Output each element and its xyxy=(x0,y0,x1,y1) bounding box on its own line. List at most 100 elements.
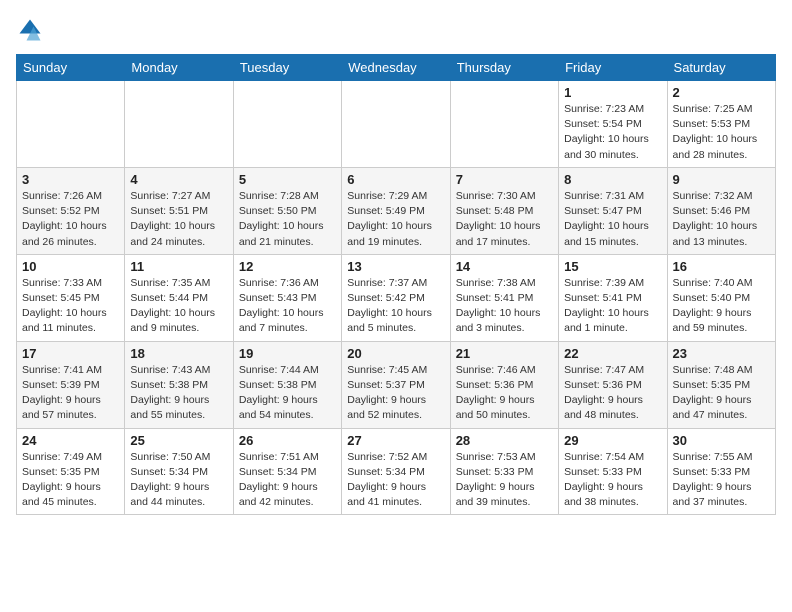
calendar-cell: 3 Sunrise: 7:26 AM Sunset: 5:52 PM Daylig… xyxy=(17,167,125,254)
day-number: 26 xyxy=(239,433,336,448)
day-number: 23 xyxy=(673,346,770,361)
day-number: 3 xyxy=(22,172,119,187)
weekday-header-wednesday: Wednesday xyxy=(342,55,450,81)
weekday-header-thursday: Thursday xyxy=(450,55,558,81)
day-number: 12 xyxy=(239,259,336,274)
day-info: Sunrise: 7:32 AM Sunset: 5:46 PM Dayligh… xyxy=(673,189,770,250)
day-info: Sunrise: 7:29 AM Sunset: 5:49 PM Dayligh… xyxy=(347,189,444,250)
calendar-cell: 10 Sunrise: 7:33 AM Sunset: 5:45 PM Dayli… xyxy=(17,254,125,341)
day-info: Sunrise: 7:55 AM Sunset: 5:33 PM Dayligh… xyxy=(673,450,770,511)
day-number: 7 xyxy=(456,172,553,187)
calendar-cell: 14 Sunrise: 7:38 AM Sunset: 5:41 PM Dayli… xyxy=(450,254,558,341)
day-number: 19 xyxy=(239,346,336,361)
day-number: 16 xyxy=(673,259,770,274)
day-info: Sunrise: 7:39 AM Sunset: 5:41 PM Dayligh… xyxy=(564,276,661,337)
day-info: Sunrise: 7:48 AM Sunset: 5:35 PM Dayligh… xyxy=(673,363,770,424)
calendar-table: SundayMondayTuesdayWednesdayThursdayFrid… xyxy=(16,54,776,515)
day-number: 2 xyxy=(673,85,770,100)
calendar-cell: 11Sunrise: 7:35 AM Sunset: 5:44 PM Dayli… xyxy=(125,254,233,341)
day-info: Sunrise: 7:31 AM Sunset: 5:47 PM Dayligh… xyxy=(564,189,661,250)
calendar-cell: 5 Sunrise: 7:28 AM Sunset: 5:50 PM Daylig… xyxy=(233,167,341,254)
day-number: 1 xyxy=(564,85,661,100)
day-info: Sunrise: 7:28 AM Sunset: 5:50 PM Dayligh… xyxy=(239,189,336,250)
calendar-cell: 15 Sunrise: 7:39 AM Sunset: 5:41 PM Dayli… xyxy=(559,254,667,341)
day-info: Sunrise: 7:38 AM Sunset: 5:41 PM Dayligh… xyxy=(456,276,553,337)
calendar-cell: 30Sunrise: 7:55 AM Sunset: 5:33 PM Dayli… xyxy=(667,428,775,515)
day-info: Sunrise: 7:25 AM Sunset: 5:53 PM Dayligh… xyxy=(673,102,770,163)
day-number: 8 xyxy=(564,172,661,187)
day-number: 22 xyxy=(564,346,661,361)
calendar-cell xyxy=(342,81,450,168)
day-info: Sunrise: 7:30 AM Sunset: 5:48 PM Dayligh… xyxy=(456,189,553,250)
calendar-cell xyxy=(233,81,341,168)
day-info: Sunrise: 7:51 AM Sunset: 5:34 PM Dayligh… xyxy=(239,450,336,511)
calendar-cell: 24 Sunrise: 7:49 AM Sunset: 5:35 PM Dayli… xyxy=(17,428,125,515)
day-info: Sunrise: 7:52 AM Sunset: 5:34 PM Dayligh… xyxy=(347,450,444,511)
calendar-cell: 9 Sunrise: 7:32 AM Sunset: 5:46 PM Daylig… xyxy=(667,167,775,254)
calendar-cell: 21 Sunrise: 7:46 AM Sunset: 5:36 PM Dayli… xyxy=(450,341,558,428)
day-number: 24 xyxy=(22,433,119,448)
calendar-cell: 20 Sunrise: 7:45 AM Sunset: 5:37 PM Dayli… xyxy=(342,341,450,428)
day-info: Sunrise: 7:37 AM Sunset: 5:42 PM Dayligh… xyxy=(347,276,444,337)
calendar-cell: 19 Sunrise: 7:44 AM Sunset: 5:38 PM Dayli… xyxy=(233,341,341,428)
calendar-cell: 23 Sunrise: 7:48 AM Sunset: 5:35 PM Dayli… xyxy=(667,341,775,428)
calendar-cell xyxy=(17,81,125,168)
day-info: Sunrise: 7:26 AM Sunset: 5:52 PM Dayligh… xyxy=(22,189,119,250)
day-number: 11 xyxy=(130,259,227,274)
day-number: 27 xyxy=(347,433,444,448)
day-number: 29 xyxy=(564,433,661,448)
day-number: 13 xyxy=(347,259,444,274)
day-info: Sunrise: 7:47 AM Sunset: 5:36 PM Dayligh… xyxy=(564,363,661,424)
calendar-cell: 18 Sunrise: 7:43 AM Sunset: 5:38 PM Dayli… xyxy=(125,341,233,428)
day-info: Sunrise: 7:54 AM Sunset: 5:33 PM Dayligh… xyxy=(564,450,661,511)
calendar-cell: 8 Sunrise: 7:31 AM Sunset: 5:47 PM Daylig… xyxy=(559,167,667,254)
calendar-cell: 16 Sunrise: 7:40 AM Sunset: 5:40 PM Dayli… xyxy=(667,254,775,341)
day-number: 21 xyxy=(456,346,553,361)
calendar-cell xyxy=(125,81,233,168)
calendar-cell: 12 Sunrise: 7:36 AM Sunset: 5:43 PM Dayli… xyxy=(233,254,341,341)
day-info: Sunrise: 7:36 AM Sunset: 5:43 PM Dayligh… xyxy=(239,276,336,337)
logo-icon xyxy=(16,16,44,44)
calendar-cell: 27 Sunrise: 7:52 AM Sunset: 5:34 PM Dayli… xyxy=(342,428,450,515)
day-info: Sunrise: 7:23 AM Sunset: 5:54 PM Dayligh… xyxy=(564,102,661,163)
day-number: 10 xyxy=(22,259,119,274)
calendar-cell: 25 Sunrise: 7:50 AM Sunset: 5:34 PM Dayli… xyxy=(125,428,233,515)
weekday-header-friday: Friday xyxy=(559,55,667,81)
day-number: 20 xyxy=(347,346,444,361)
day-number: 18 xyxy=(130,346,227,361)
weekday-header-saturday: Saturday xyxy=(667,55,775,81)
calendar-cell: 1 Sunrise: 7:23 AM Sunset: 5:54 PM Daylig… xyxy=(559,81,667,168)
day-info: Sunrise: 7:27 AM Sunset: 5:51 PM Dayligh… xyxy=(130,189,227,250)
day-info: Sunrise: 7:41 AM Sunset: 5:39 PM Dayligh… xyxy=(22,363,119,424)
day-info: Sunrise: 7:46 AM Sunset: 5:36 PM Dayligh… xyxy=(456,363,553,424)
calendar-cell: 4 Sunrise: 7:27 AM Sunset: 5:51 PM Daylig… xyxy=(125,167,233,254)
logo xyxy=(16,16,48,44)
day-number: 15 xyxy=(564,259,661,274)
weekday-header-sunday: Sunday xyxy=(17,55,125,81)
day-info: Sunrise: 7:50 AM Sunset: 5:34 PM Dayligh… xyxy=(130,450,227,511)
calendar-cell: 26 Sunrise: 7:51 AM Sunset: 5:34 PM Dayli… xyxy=(233,428,341,515)
day-number: 5 xyxy=(239,172,336,187)
day-info: Sunrise: 7:45 AM Sunset: 5:37 PM Dayligh… xyxy=(347,363,444,424)
day-info: Sunrise: 7:44 AM Sunset: 5:38 PM Dayligh… xyxy=(239,363,336,424)
day-number: 4 xyxy=(130,172,227,187)
day-number: 9 xyxy=(673,172,770,187)
calendar-cell: 22 Sunrise: 7:47 AM Sunset: 5:36 PM Dayli… xyxy=(559,341,667,428)
calendar-cell: 13 Sunrise: 7:37 AM Sunset: 5:42 PM Dayli… xyxy=(342,254,450,341)
calendar-cell: 29 Sunrise: 7:54 AM Sunset: 5:33 PM Dayli… xyxy=(559,428,667,515)
calendar-cell: 17 Sunrise: 7:41 AM Sunset: 5:39 PM Dayli… xyxy=(17,341,125,428)
day-number: 25 xyxy=(130,433,227,448)
day-info: Sunrise: 7:43 AM Sunset: 5:38 PM Dayligh… xyxy=(130,363,227,424)
day-info: Sunrise: 7:40 AM Sunset: 5:40 PM Dayligh… xyxy=(673,276,770,337)
day-number: 28 xyxy=(456,433,553,448)
day-number: 14 xyxy=(456,259,553,274)
calendar-cell: 7 Sunrise: 7:30 AM Sunset: 5:48 PM Daylig… xyxy=(450,167,558,254)
calendar-cell xyxy=(450,81,558,168)
day-number: 17 xyxy=(22,346,119,361)
day-info: Sunrise: 7:49 AM Sunset: 5:35 PM Dayligh… xyxy=(22,450,119,511)
weekday-header-tuesday: Tuesday xyxy=(233,55,341,81)
page-header xyxy=(16,16,776,44)
weekday-header-monday: Monday xyxy=(125,55,233,81)
calendar-cell: 2 Sunrise: 7:25 AM Sunset: 5:53 PM Daylig… xyxy=(667,81,775,168)
day-info: Sunrise: 7:33 AM Sunset: 5:45 PM Dayligh… xyxy=(22,276,119,337)
